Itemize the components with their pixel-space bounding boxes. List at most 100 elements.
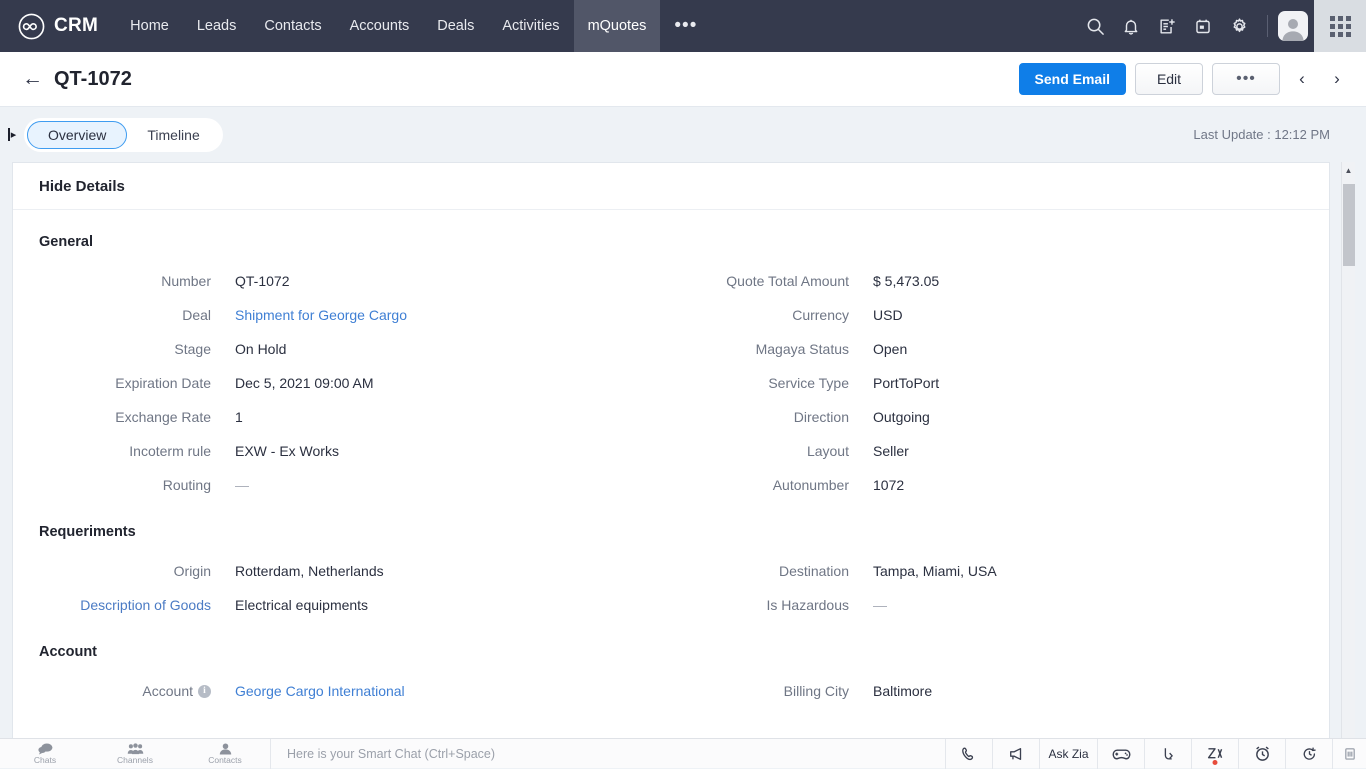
fields-account-right: Billing City Baltimore xyxy=(671,674,1303,708)
field-destination: Destination Tampa, Miami, USA xyxy=(671,554,1303,588)
section-title-requeriments: Requeriments xyxy=(39,524,1303,540)
field-label-direction: Direction xyxy=(671,409,849,425)
tab-timeline[interactable]: Timeline xyxy=(127,121,219,149)
trash-icon[interactable] xyxy=(1332,739,1366,769)
section-title-account: Account xyxy=(39,644,1303,660)
field-value-deal[interactable]: Shipment for George Cargo xyxy=(235,307,671,323)
send-email-button[interactable]: Send Email xyxy=(1019,63,1126,95)
top-navigation-bar: CRM Home Leads Contacts Accounts Deals A… xyxy=(0,0,1366,52)
scroll-up-arrow-icon[interactable]: ▲ xyxy=(1342,162,1355,178)
nav-more-button[interactable]: ••• xyxy=(660,0,711,52)
nav-link-accounts[interactable]: Accounts xyxy=(336,0,424,52)
next-record-button[interactable]: › xyxy=(1324,64,1350,94)
bottom-bar-left-tiles: Chats Channels Contacts xyxy=(0,739,271,769)
bell-icon[interactable] xyxy=(1113,0,1149,52)
field-value-autonumber: 1072 xyxy=(873,477,1303,493)
infinity-circle-logo-icon xyxy=(18,13,45,40)
alarm-clock-icon[interactable] xyxy=(1238,739,1285,769)
field-exchange-rate: Exchange Rate 1 xyxy=(39,400,671,434)
field-label-service-type: Service Type xyxy=(671,375,849,391)
record-tabbar: ▸ Overview Timeline Last Update : 12:12 … xyxy=(0,107,1366,162)
nav-right-icons xyxy=(1077,0,1366,52)
field-expiration-date: Expiration Date Dec 5, 2021 09:00 AM xyxy=(39,366,671,400)
nav-link-contacts[interactable]: Contacts xyxy=(250,0,335,52)
field-value-service-type: PortToPort xyxy=(873,375,1303,391)
chats-tile[interactable]: Chats xyxy=(0,739,90,769)
field-label-description-of-goods: Description of Goods xyxy=(39,597,211,613)
search-icon[interactable] xyxy=(1077,0,1113,52)
gear-icon[interactable] xyxy=(1221,0,1257,52)
field-is-hazardous: Is Hazardous — xyxy=(671,588,1303,622)
phone-icon[interactable] xyxy=(945,739,992,769)
nav-links: Home Leads Contacts Accounts Deals Activ… xyxy=(116,0,711,52)
scroll-thumb[interactable] xyxy=(1343,184,1355,266)
app-grid-icon[interactable] xyxy=(1314,0,1366,52)
field-direction: Direction Outgoing xyxy=(671,400,1303,434)
megaphone-icon[interactable] xyxy=(992,739,1039,769)
content-scrollbar[interactable]: ▲ xyxy=(1341,162,1355,738)
tab-overview[interactable]: Overview xyxy=(27,121,127,149)
page-title: QT-1072 xyxy=(54,68,132,91)
field-value-magaya-status: Open xyxy=(873,341,1303,357)
field-label-magaya-status: Magaya Status xyxy=(671,341,849,357)
nav-divider xyxy=(1267,15,1268,37)
field-deal: Deal Shipment for George Cargo xyxy=(39,298,671,332)
field-description-of-goods: Description of Goods Electrical equipmen… xyxy=(39,588,671,622)
field-value-stage: On Hold xyxy=(235,341,671,357)
contacts-tile-label: Contacts xyxy=(208,756,242,765)
field-value-origin: Rotterdam, Netherlands xyxy=(235,563,671,579)
field-label-destination: Destination xyxy=(671,563,849,579)
sidebar-expand-icon[interactable]: ▸ xyxy=(4,128,20,141)
field-label-exchange-rate: Exchange Rate xyxy=(39,409,211,425)
nav-link-deals[interactable]: Deals xyxy=(423,0,488,52)
contacts-tile[interactable]: Contacts xyxy=(180,739,270,769)
nav-link-activities[interactable]: Activities xyxy=(488,0,573,52)
brand-logo-group[interactable]: CRM xyxy=(0,13,116,40)
info-icon[interactable]: i xyxy=(198,685,211,698)
field-number: Number QT-1072 xyxy=(39,264,671,298)
fields-account: Account i George Cargo International Bil… xyxy=(39,674,1303,708)
zia-notification-icon[interactable] xyxy=(1191,739,1238,769)
gamepad-icon[interactable] xyxy=(1097,739,1144,769)
details-card-header: Hide Details xyxy=(13,163,1329,210)
details-card: Hide Details General Number QT-1072 Deal… xyxy=(12,162,1330,738)
share-arrow-icon[interactable] xyxy=(1144,739,1191,769)
edit-button[interactable]: Edit xyxy=(1135,63,1203,95)
field-label-incoterm-rule: Incoterm rule xyxy=(39,443,211,459)
field-billing-city: Billing City Baltimore xyxy=(671,674,1303,708)
field-incoterm-rule: Incoterm rule EXW - Ex Works xyxy=(39,434,671,468)
field-label-expiration-date: Expiration Date xyxy=(39,375,211,391)
field-stage: Stage On Hold xyxy=(39,332,671,366)
field-value-account[interactable]: George Cargo International xyxy=(235,683,671,699)
field-value-number: QT-1072 xyxy=(235,273,671,289)
field-label-quote-total-amount: Quote Total Amount xyxy=(671,273,849,289)
field-value-currency: USD xyxy=(873,307,1303,323)
field-layout: Layout Seller xyxy=(671,434,1303,468)
field-value-quote-total-amount: $ 5,473.05 xyxy=(873,273,1303,289)
more-actions-button[interactable]: ••• xyxy=(1212,63,1280,95)
field-label-billing-city: Billing City xyxy=(671,683,849,699)
field-magaya-status: Magaya Status Open xyxy=(671,332,1303,366)
channels-group-icon xyxy=(127,743,144,755)
hide-details-toggle[interactable]: Hide Details xyxy=(39,178,125,195)
field-origin: Origin Rotterdam, Netherlands xyxy=(39,554,671,588)
history-icon[interactable] xyxy=(1285,739,1332,769)
prev-record-button[interactable]: ‹ xyxy=(1289,64,1315,94)
field-label-currency: Currency xyxy=(671,307,849,323)
channels-tile[interactable]: Channels xyxy=(90,739,180,769)
add-note-icon[interactable] xyxy=(1149,0,1185,52)
record-header: ← QT-1072 Send Email Edit ••• ‹ › xyxy=(0,52,1366,107)
field-value-routing: — xyxy=(235,477,671,493)
smart-chat-input[interactable]: Here is your Smart Chat (Ctrl+Space) xyxy=(271,739,945,769)
contact-person-icon xyxy=(219,743,232,755)
back-arrow-icon[interactable]: ← xyxy=(22,67,48,91)
user-avatar[interactable] xyxy=(1278,11,1308,41)
calendar-icon[interactable] xyxy=(1185,0,1221,52)
tab-group: Overview Timeline xyxy=(24,118,223,152)
nav-link-home[interactable]: Home xyxy=(116,0,183,52)
record-header-actions: Send Email Edit ••• ‹ › xyxy=(1019,63,1350,95)
nav-link-leads[interactable]: Leads xyxy=(183,0,251,52)
nav-link-mquotes[interactable]: mQuotes xyxy=(574,0,661,52)
ask-zia-button[interactable]: Ask Zia xyxy=(1039,739,1097,769)
fields-requeriments-right: Destination Tampa, Miami, USA Is Hazardo… xyxy=(671,554,1303,622)
